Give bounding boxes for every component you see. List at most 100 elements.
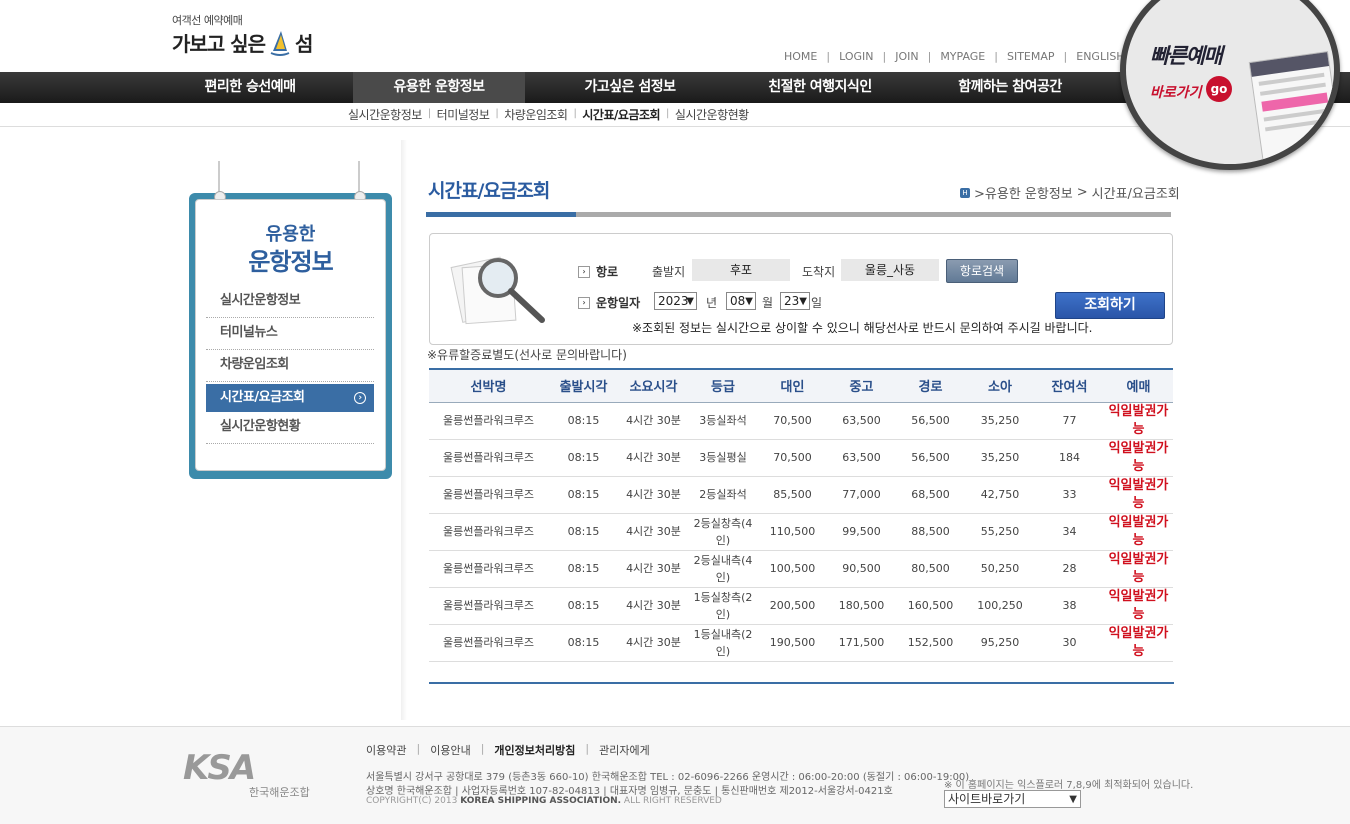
- breadcrumb: H >유용한 운항정보 > 시간표/요금조회: [960, 183, 1180, 202]
- year-unit: 년: [706, 296, 718, 310]
- departure-time-cell: 08:15: [548, 550, 619, 588]
- arrival-label: 도착지: [802, 265, 836, 279]
- table-row: 울릉썬플라워크루즈 08:15 4시간 30분 1등실내측(2인) 190,500 171…: [429, 624, 1173, 662]
- site-shortcut-select[interactable]: 사이트바로가기 ▼: [944, 790, 1081, 808]
- gnb-info[interactable]: 유용한 운항정보: [353, 72, 525, 103]
- gnb-booking[interactable]: 편리한 승선예매: [160, 72, 340, 103]
- year-select[interactable]: 2023 ▼: [654, 292, 697, 310]
- grade-cell: 1등실창측(2인): [688, 587, 758, 625]
- sidebar-item-timetable[interactable]: 시간표/요금조회 ›: [206, 384, 374, 412]
- home-icon[interactable]: H: [960, 187, 970, 198]
- sidebar-item-terminal-news[interactable]: 터미널뉴스: [206, 318, 374, 350]
- booking-status-cell[interactable]: 익일발권가능: [1104, 513, 1173, 551]
- departure-time-cell: 08:15: [548, 476, 619, 514]
- chevron-right-icon: ›: [578, 296, 590, 309]
- departure-time-cell: 08:15: [548, 624, 619, 662]
- site-logo[interactable]: 가보고 싶은 섬: [172, 28, 313, 57]
- go-button[interactable]: go: [1206, 76, 1232, 102]
- col-grade: 등급: [688, 368, 758, 403]
- month-unit: 월: [762, 296, 774, 310]
- footer-link-terms[interactable]: 이용약관: [366, 742, 416, 758]
- sidebar-item-label: 시간표/요금조회: [220, 390, 305, 405]
- booking-status-cell[interactable]: 익일발권가능: [1104, 587, 1173, 625]
- ship-name-cell: 울릉썬플라워크루즈: [429, 476, 548, 514]
- side-nav: 유용한 운항정보 실시간운항정보 터미널뉴스 차량운임조회 시간표/요금조회 ›…: [189, 161, 392, 479]
- subnav-realtime[interactable]: 실시간운항정보: [348, 106, 428, 123]
- footer-link-admin[interactable]: 관리자에게: [589, 742, 660, 758]
- logo-text-suffix: 섬: [294, 32, 313, 56]
- quick-title: 빠른예매: [1150, 44, 1223, 68]
- sidebar-item-realtime[interactable]: 실시간운항정보: [206, 286, 374, 318]
- departure-time-cell: 08:15: [548, 439, 619, 477]
- booking-status-cell[interactable]: 익일발권가능: [1104, 624, 1173, 662]
- booking-status-cell[interactable]: 익일발권가능: [1104, 439, 1173, 477]
- fuel-surcharge-note: ※유류할증료별도(선사로 문의바랍니다): [427, 348, 627, 362]
- footer-address: 서울특별시 강서구 공항대로 379 (등촌3동 660-10) 한국해운조합 …: [366, 772, 970, 783]
- sitemap-link[interactable]: SITEMAP: [998, 50, 1064, 63]
- senior-fare-cell: 152,500: [896, 624, 965, 662]
- quick-booking-badge[interactable]: 빠른예매 바로가기 go: [1120, 0, 1340, 170]
- duration-cell: 4시간 30분: [619, 550, 688, 588]
- month-select[interactable]: 08 ▼: [726, 292, 756, 310]
- logo-tagline: 여객선 예약예매: [172, 14, 243, 27]
- gnb-island[interactable]: 가고싶은 섬정보: [540, 72, 720, 103]
- quick-sub: 바로가기: [1150, 85, 1202, 101]
- youth-fare-cell: 99,500: [827, 513, 896, 551]
- seats-left-cell: 30: [1035, 624, 1104, 662]
- browser-notice: ※ 이 홈페이지는 익스플로러 7,8,9에 최적화되어 있습니다.: [944, 780, 1194, 791]
- footer-link-privacy[interactable]: 개인정보처리방침: [484, 742, 585, 758]
- breadcrumb-item[interactable]: >유용한 운항정보: [974, 183, 1073, 202]
- duration-cell: 4시간 30분: [619, 439, 688, 477]
- chevron-down-icon: ▼: [799, 296, 807, 307]
- departure-field[interactable]: 후포: [692, 259, 790, 281]
- sidebar-item-status[interactable]: 실시간운항현황: [206, 412, 374, 444]
- youth-fare-cell: 77,000: [827, 476, 896, 514]
- seats-left-cell: 33: [1035, 476, 1104, 514]
- day-unit: 일: [811, 296, 823, 310]
- departure-time-cell: 08:15: [548, 513, 619, 551]
- mypage-link[interactable]: MYPAGE: [931, 50, 994, 63]
- subnav-vehicle[interactable]: 차량운임조회: [498, 106, 573, 123]
- booking-status-cell[interactable]: 익일발권가능: [1104, 402, 1173, 440]
- child-fare-cell: 55,250: [965, 513, 1035, 551]
- youth-fare-cell: 180,500: [827, 587, 896, 625]
- subnav-status[interactable]: 실시간운항현황: [669, 106, 755, 123]
- footer-link-guide[interactable]: 이용안내: [420, 742, 480, 758]
- child-fare-cell: 95,250: [965, 624, 1035, 662]
- booking-status-cell[interactable]: 익일발권가능: [1104, 550, 1173, 588]
- sidebar-item-vehicle[interactable]: 차량운임조회: [206, 350, 374, 382]
- subnav-terminal[interactable]: 터미널정보: [431, 106, 496, 123]
- home-link[interactable]: HOME: [775, 50, 826, 63]
- ship-name-cell: 울릉썬플라워크루즈: [429, 587, 548, 625]
- table-row: 울릉썬플라워크루즈 08:15 4시간 30분 2등실창측(4인) 110,500 99,…: [429, 513, 1173, 551]
- arrival-field[interactable]: 울릉_사동: [841, 259, 939, 281]
- col-ship: 선박명: [429, 368, 548, 403]
- adult-fare-cell: 70,500: [758, 402, 827, 440]
- seats-left-cell: 28: [1035, 550, 1104, 588]
- footer-business-info: 상호명 한국해운조합 | 사업자등록번호 107-82-04813 | 대표자명…: [366, 786, 893, 797]
- query-button[interactable]: 조회하기: [1055, 292, 1165, 319]
- breadcrumb-sep: >: [1076, 185, 1088, 200]
- day-select[interactable]: 23 ▼: [780, 292, 810, 310]
- route-search-button[interactable]: 항로검색: [946, 259, 1018, 283]
- gnb-community[interactable]: 함께하는 참여공간: [920, 72, 1100, 103]
- subnav-timetable[interactable]: 시간표/요금조회: [576, 106, 666, 123]
- grade-cell: 2등실내측(4인): [688, 550, 758, 588]
- departure-label: 출발지: [652, 265, 686, 279]
- col-adult: 대인: [758, 368, 827, 403]
- join-link[interactable]: JOIN: [886, 50, 927, 63]
- senior-fare-cell: 68,500: [896, 476, 965, 514]
- grade-cell: 3등실평실: [688, 439, 758, 477]
- table-row: 울릉썬플라워크루즈 08:15 4시간 30분 3등실평실 70,500 63,500 56…: [429, 439, 1173, 477]
- chevron-right-icon: ›: [578, 265, 590, 278]
- booking-status-cell[interactable]: 익일발권가능: [1104, 476, 1173, 514]
- adult-fare-cell: 200,500: [758, 587, 827, 625]
- login-link[interactable]: LOGIN: [830, 50, 882, 63]
- adult-fare-cell: 100,500: [758, 550, 827, 588]
- ship-name-cell: 울릉썬플라워크루즈: [429, 624, 548, 662]
- child-fare-cell: 50,250: [965, 550, 1035, 588]
- senior-fare-cell: 56,500: [896, 439, 965, 477]
- adult-fare-cell: 110,500: [758, 513, 827, 551]
- gnb-travel[interactable]: 친절한 여행지식인: [730, 72, 910, 103]
- content-divider: [401, 140, 407, 720]
